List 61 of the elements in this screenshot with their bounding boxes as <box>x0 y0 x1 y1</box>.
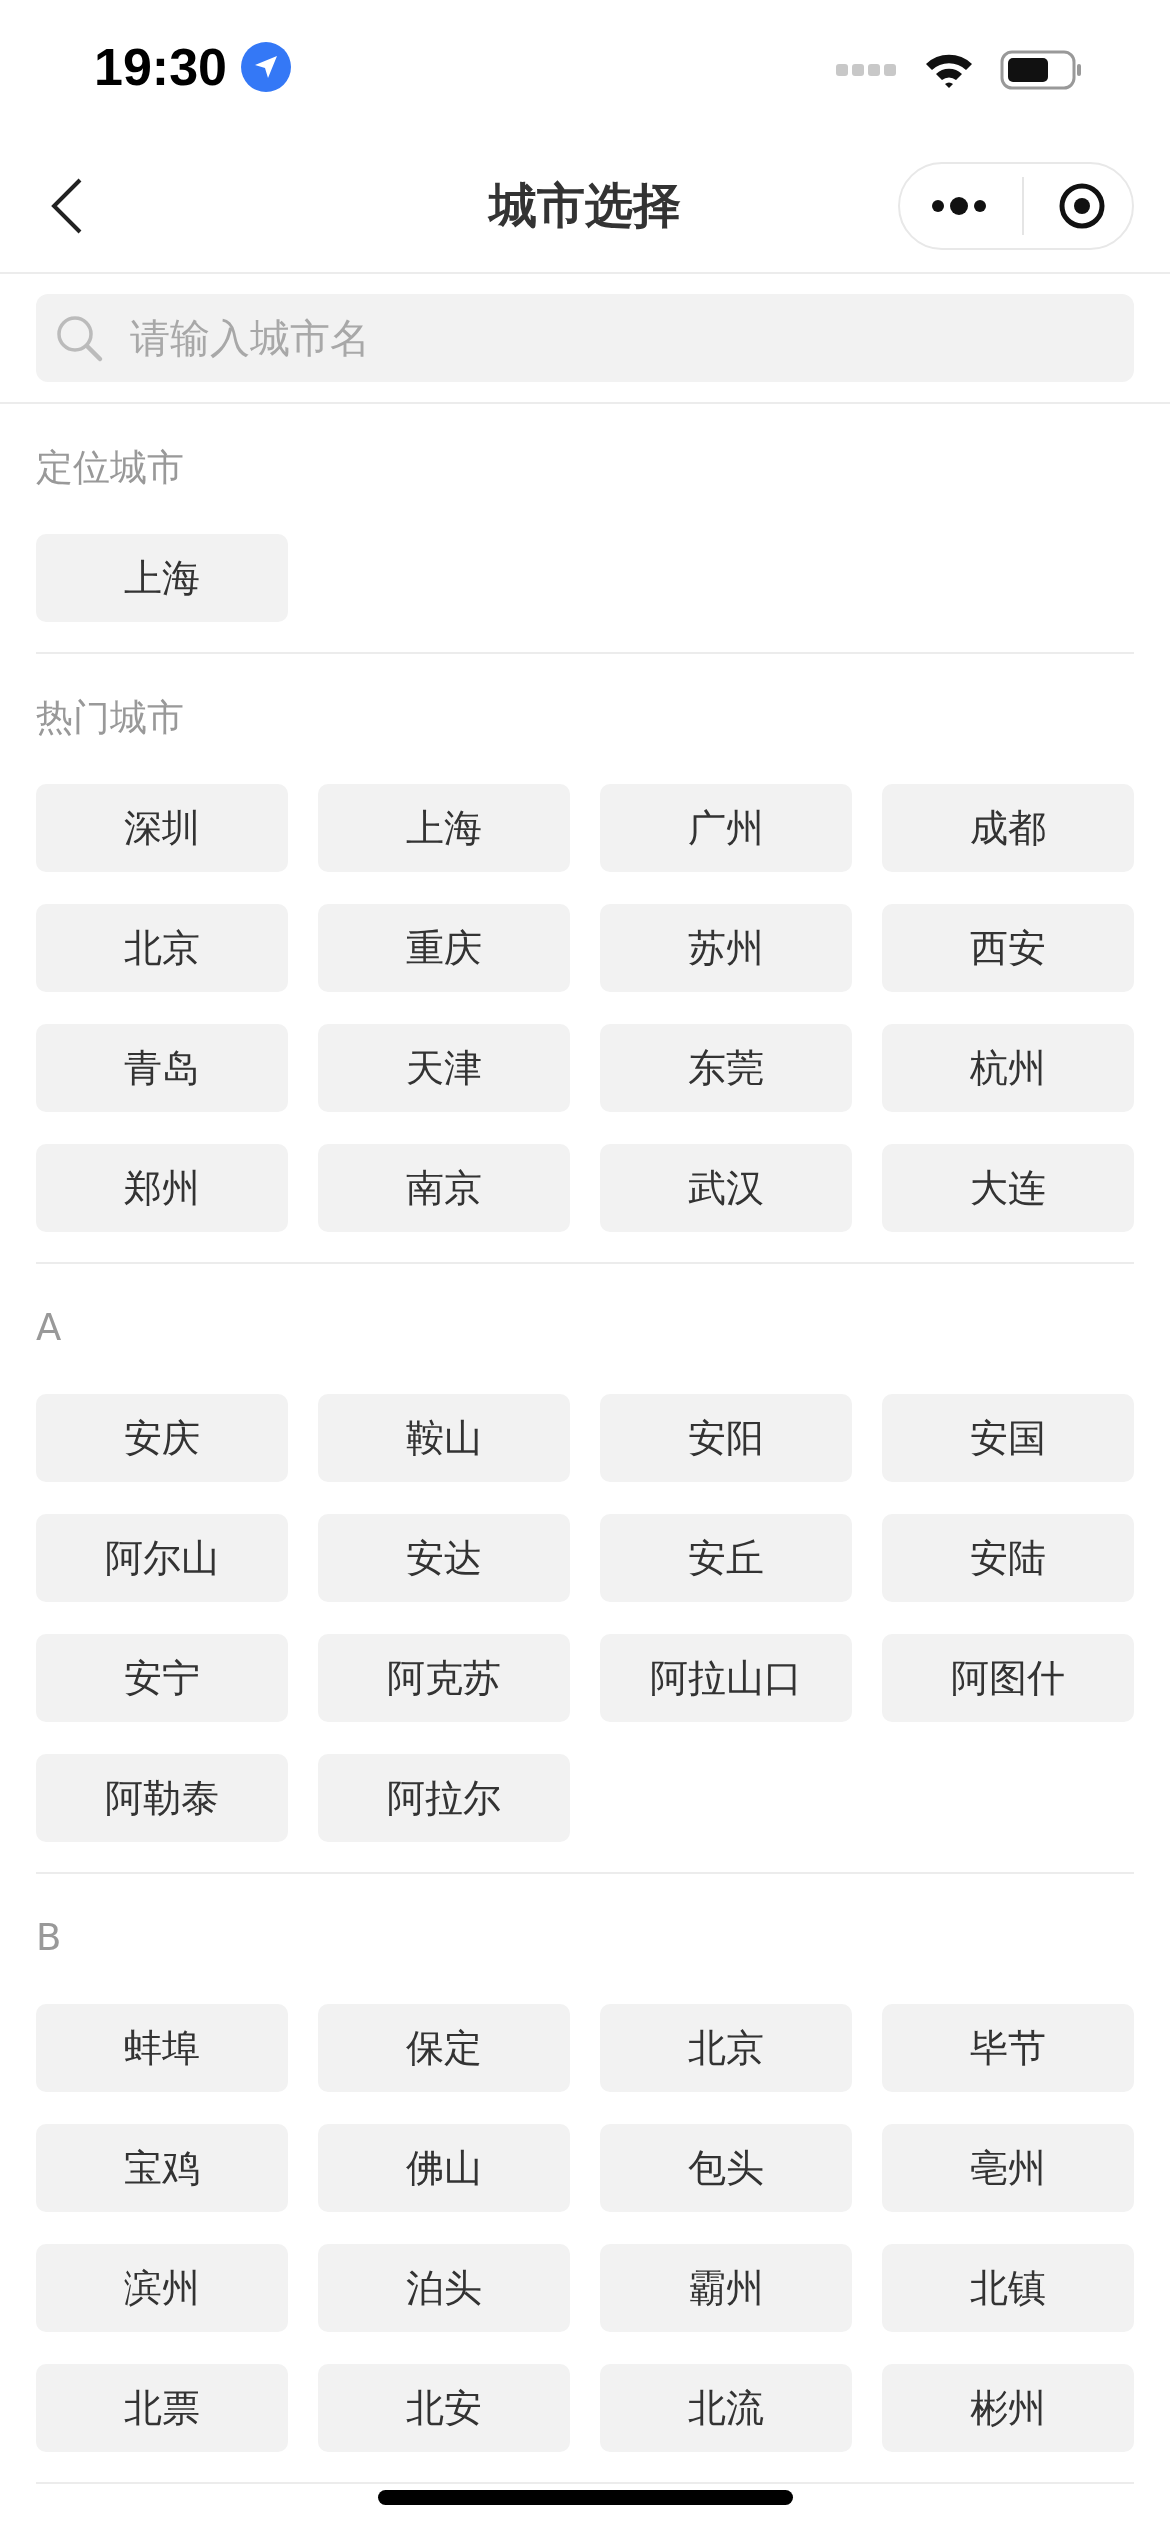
city-button[interactable]: 安阳 <box>600 1394 852 1482</box>
page-title: 城市选择 <box>489 176 681 235</box>
city-button[interactable]: 包头 <box>600 2124 852 2212</box>
status-time: 19:30 <box>94 37 227 97</box>
city-button[interactable]: 北票 <box>36 2364 288 2452</box>
city-button[interactable]: 东莞 <box>600 1024 852 1112</box>
city-button[interactable]: 郑州 <box>36 1144 288 1232</box>
search-icon <box>54 313 104 363</box>
city-button[interactable]: 安国 <box>882 1394 1134 1482</box>
city-button[interactable]: 蚌埠 <box>36 2004 288 2092</box>
city-button[interactable]: 青岛 <box>36 1024 288 1112</box>
city-button[interactable]: 滨州 <box>36 2244 288 2332</box>
city-button[interactable]: 天津 <box>318 1024 570 1112</box>
search-input[interactable]: 请输入城市名 <box>128 314 1110 362</box>
city-button[interactable]: 大连 <box>882 1144 1134 1232</box>
more-icon[interactable] <box>930 196 988 216</box>
city-button[interactable]: 霸州 <box>600 2244 852 2332</box>
city-button[interactable]: 北镇 <box>882 2244 1134 2332</box>
city-button[interactable]: 北京 <box>36 904 288 992</box>
city-button[interactable]: 上海 <box>36 534 288 622</box>
battery-icon <box>1000 50 1082 90</box>
city-button[interactable]: 阿尔山 <box>36 1514 288 1602</box>
section-title: A <box>36 1305 62 1351</box>
city-button[interactable]: 北安 <box>318 2364 570 2452</box>
city-button[interactable]: 保定 <box>318 2004 570 2092</box>
city-button[interactable]: 安陆 <box>882 1514 1134 1602</box>
section-title: 热门城市 <box>36 695 184 741</box>
city-button[interactable]: 上海 <box>318 784 570 872</box>
city-button[interactable]: 毕节 <box>882 2004 1134 2092</box>
city-button[interactable]: 阿拉尔 <box>318 1754 570 1842</box>
city-button[interactable]: 深圳 <box>36 784 288 872</box>
city-button[interactable]: 武汉 <box>600 1144 852 1232</box>
city-button[interactable]: 彬州 <box>882 2364 1134 2452</box>
city-button[interactable]: 南京 <box>318 1144 570 1232</box>
city-button[interactable]: 宝鸡 <box>36 2124 288 2212</box>
city-button[interactable]: 广州 <box>600 784 852 872</box>
signal-icon <box>836 63 898 77</box>
section-title: B <box>36 1915 62 1961</box>
city-button[interactable]: 鞍山 <box>318 1394 570 1482</box>
city-button[interactable]: 亳州 <box>882 2124 1134 2212</box>
city-button[interactable]: 重庆 <box>318 904 570 992</box>
city-button[interactable]: 阿图什 <box>882 1634 1134 1722</box>
city-button[interactable]: 安庆 <box>36 1394 288 1482</box>
city-button[interactable]: 阿拉山口 <box>600 1634 852 1722</box>
city-button[interactable]: 安丘 <box>600 1514 852 1602</box>
close-target-icon[interactable] <box>1058 182 1106 230</box>
city-button[interactable]: 安宁 <box>36 1634 288 1722</box>
city-button[interactable]: 阿勒泰 <box>36 1754 288 1842</box>
city-button[interactable]: 安达 <box>318 1514 570 1602</box>
city-button[interactable]: 杭州 <box>882 1024 1134 1112</box>
city-button[interactable]: 苏州 <box>600 904 852 992</box>
city-button[interactable]: 阿克苏 <box>318 1634 570 1722</box>
city-button[interactable]: 北京 <box>600 2004 852 2092</box>
city-button[interactable]: 成都 <box>882 784 1134 872</box>
city-button[interactable]: 佛山 <box>318 2124 570 2212</box>
search-field[interactable]: 请输入城市名 <box>36 294 1134 382</box>
section-title: 定位城市 <box>36 445 184 491</box>
city-button[interactable]: 北流 <box>600 2364 852 2452</box>
city-button[interactable]: 泊头 <box>318 2244 570 2332</box>
city-button[interactable]: 西安 <box>882 904 1134 992</box>
back-icon[interactable] <box>50 177 84 235</box>
